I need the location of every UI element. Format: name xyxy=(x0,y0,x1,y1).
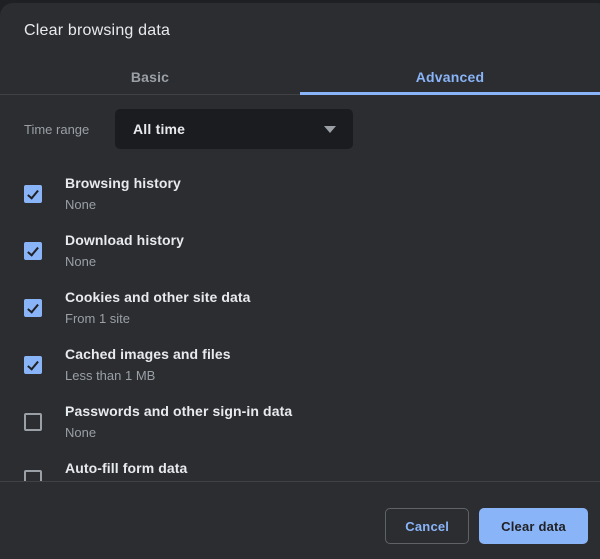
row-detail: None xyxy=(65,254,184,270)
autofill-checkbox[interactable] xyxy=(24,470,42,481)
row-text: Download history None xyxy=(65,232,184,270)
row-text: Auto-fill form data xyxy=(65,460,187,481)
tab-advanced-label: Advanced xyxy=(416,69,485,85)
data-type-list: Browsing history None Download history N… xyxy=(24,171,576,481)
cached-images-checkbox[interactable] xyxy=(24,356,42,374)
dialog-footer: Cancel Clear data xyxy=(0,481,600,544)
row-cookies-site-data[interactable]: Cookies and other site data From 1 site xyxy=(24,285,576,331)
dialog-title: Clear browsing data xyxy=(24,22,170,40)
clear-data-button[interactable]: Clear data xyxy=(479,508,588,544)
tab-basic-label: Basic xyxy=(131,69,169,85)
row-detail: From 1 site xyxy=(65,311,251,327)
time-range-select[interactable]: All time xyxy=(115,109,353,149)
row-label: Cookies and other site data xyxy=(65,289,251,305)
row-label: Cached images and files xyxy=(65,346,231,362)
passwords-checkbox[interactable] xyxy=(24,413,42,431)
cookies-checkbox[interactable] xyxy=(24,299,42,317)
row-label: Browsing history xyxy=(65,175,181,191)
row-detail: None xyxy=(65,197,181,213)
time-range-label: Time range xyxy=(24,122,115,137)
row-browsing-history[interactable]: Browsing history None xyxy=(24,171,576,217)
time-range-value: All time xyxy=(133,121,185,137)
dialog-body: Time range All time Browsing history Non… xyxy=(0,95,600,481)
row-cached-images[interactable]: Cached images and files Less than 1 MB xyxy=(24,342,576,388)
dialog-title-bar: Clear browsing data xyxy=(0,3,600,59)
row-label: Download history xyxy=(65,232,184,248)
row-text: Browsing history None xyxy=(65,175,181,213)
row-detail: None xyxy=(65,425,292,441)
row-detail: Less than 1 MB xyxy=(65,368,231,384)
time-range-row: Time range All time xyxy=(24,109,576,149)
row-label: Passwords and other sign-in data xyxy=(65,403,292,419)
row-text: Passwords and other sign-in data None xyxy=(65,403,292,441)
download-history-checkbox[interactable] xyxy=(24,242,42,260)
cancel-button[interactable]: Cancel xyxy=(385,508,469,544)
tab-basic[interactable]: Basic xyxy=(0,59,300,94)
clear-browsing-data-dialog: Clear browsing data Basic Advanced Time … xyxy=(0,3,600,559)
tab-advanced[interactable]: Advanced xyxy=(300,59,600,94)
row-label: Auto-fill form data xyxy=(65,460,187,476)
chevron-down-icon xyxy=(324,126,336,133)
row-autofill-form-data[interactable]: Auto-fill form data xyxy=(24,456,576,481)
row-download-history[interactable]: Download history None xyxy=(24,228,576,274)
row-passwords[interactable]: Passwords and other sign-in data None xyxy=(24,399,576,445)
browsing-history-checkbox[interactable] xyxy=(24,185,42,203)
tab-bar: Basic Advanced xyxy=(0,59,600,95)
row-text: Cookies and other site data From 1 site xyxy=(65,289,251,327)
row-text: Cached images and files Less than 1 MB xyxy=(65,346,231,384)
